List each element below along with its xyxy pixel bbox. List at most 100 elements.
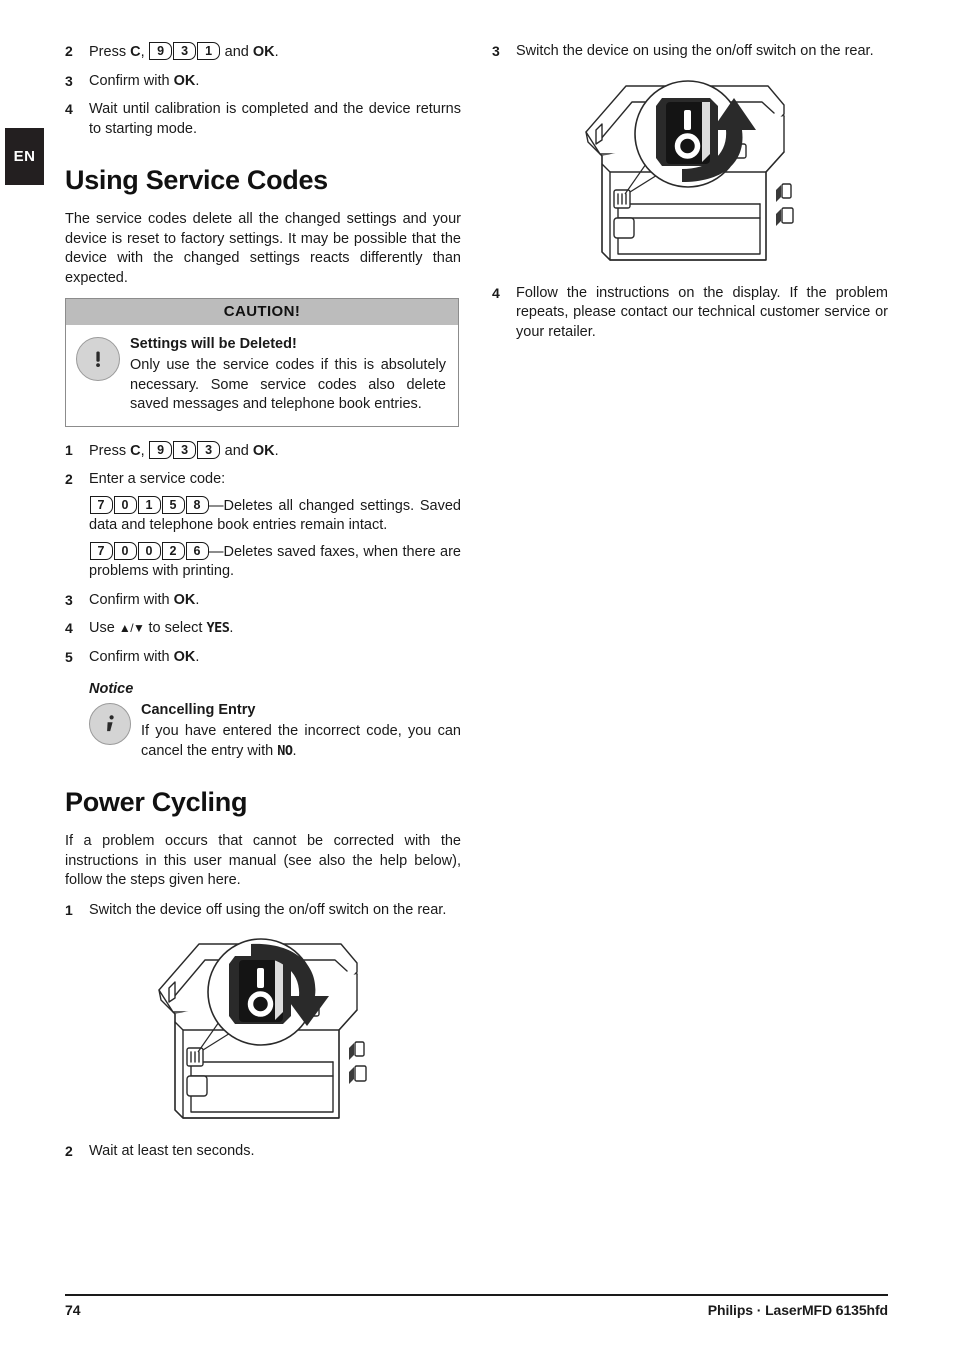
display-value-no: NO <box>277 742 293 759</box>
caution-box-title: Settings will be Deleted! <box>130 336 297 352</box>
step-item: 3 Confirm with OK. <box>65 72 461 92</box>
step-text: Press C, 931 and OK. <box>89 42 279 60</box>
step-item: 2 Enter a service code: 7 0 1 5 8 —Deletes al… <box>65 470 461 582</box>
keycap: 0 <box>113 495 137 514</box>
notice-label: Notice <box>89 681 134 697</box>
keycap-group: 931 <box>149 42 221 60</box>
keycap: 6 <box>185 541 209 560</box>
step-item: 4 Follow the instructions on the display… <box>492 284 888 343</box>
notice-text-suffix: . <box>292 742 297 759</box>
service-code-entry: 7 0 0 2 6 —Deletes saved faxes, when there ar… <box>89 541 461 582</box>
keycap: 3 <box>173 42 197 60</box>
right-column: 3 Switch the device on using the on/off … <box>492 42 888 351</box>
printer-rear-power-on-illustration <box>492 72 888 272</box>
up-down-arrow-icon: ▲/▼ <box>118 621 145 635</box>
keycap: 0 <box>137 541 161 560</box>
step-item: 3 Confirm with OK. <box>65 591 461 611</box>
service-code-entry: 7 0 1 5 8 —Deletes all changed settings. Save… <box>89 495 461 536</box>
step-text-suffix-post: . <box>274 44 279 60</box>
step-item: 5 Confirm with OK. <box>65 648 461 668</box>
step-text: Wait until calibration is completed and … <box>89 101 461 137</box>
step-item: 4 Use ▲/▼ to select YES. <box>65 619 461 639</box>
notice-text-prefix: If you have entered the incorrect code, … <box>141 723 461 759</box>
info-icon <box>89 703 131 745</box>
step-text: Confirm with OK. <box>89 73 199 89</box>
exclamation-icon <box>76 337 120 381</box>
left-column: 2 Press C, 931 and OK. 3 Confirm with OK… <box>65 42 461 1171</box>
power-cycling-steps-list-2: 2 Wait at least ten seconds. <box>65 1142 461 1162</box>
keycap: 5 <box>161 495 185 514</box>
step-text-mid: to select <box>144 620 207 636</box>
keycap: 9 <box>149 440 173 459</box>
step-text-suffix: . <box>195 72 200 89</box>
footer-divider <box>65 1294 888 1296</box>
caution-box-text: Only use the service codes if this is ab… <box>130 357 446 412</box>
power-cycling-steps-list-4: 4 Follow the instructions on the display… <box>492 284 888 343</box>
step-text: Follow the instructions on the display. … <box>516 284 888 340</box>
section-title-power-cycling: Power Cycling <box>65 787 248 817</box>
step-number: 1 <box>65 441 73 458</box>
notice-box-body: Cancelling Entry If you have entered the… <box>65 701 461 761</box>
caution-box-body: Settings will be Deleted! Only use the s… <box>66 325 458 426</box>
power-cycling-steps-list-3: 3 Switch the device on using the on/off … <box>492 42 888 62</box>
key-label-ok: OK <box>173 591 196 608</box>
key-label-c: C <box>130 442 141 459</box>
step-text-prefix: Confirm with <box>89 72 174 89</box>
step-item: 1 Switch the device off using the on/off… <box>65 901 461 921</box>
calibration-steps-list: 2 Press C, 931 and OK. 3 Confirm with OK… <box>65 42 461 139</box>
notice-box-content: Cancelling Entry If you have entered the… <box>141 701 461 761</box>
step-text-mid: , <box>140 44 149 60</box>
service-code-steps-list: 1 Press C, 933 and OK. 2 Enter a service… <box>65 440 461 668</box>
step-text-suffix-post: . <box>274 442 279 459</box>
step-number: 2 <box>65 43 73 59</box>
caution-box-content: Settings will be Deleted! Only use the s… <box>130 335 446 415</box>
step-number: 2 <box>65 471 73 487</box>
keycap-group: 70026 <box>89 541 209 560</box>
step-text-prefix: Use <box>89 620 119 636</box>
keycap: 0 <box>113 541 137 560</box>
caution-box-header: CAUTION! <box>66 299 458 325</box>
language-tab-label: EN <box>13 148 36 165</box>
step-number: 3 <box>65 72 73 89</box>
step-text: Use ▲/▼ to select YES. <box>89 620 233 636</box>
caution-box: CAUTION! Settings will be Deleted! Only … <box>65 298 459 427</box>
step-text-prefix: Press <box>89 44 131 60</box>
step-number: 4 <box>65 620 73 636</box>
step-text: Enter a service code: <box>89 471 226 487</box>
keycap-group: 933 <box>149 440 221 459</box>
keycap: 7 <box>89 541 113 560</box>
keycap-group: 70158 <box>89 495 209 514</box>
printer-rear-power-off-illustration <box>65 930 461 1130</box>
keycap: 2 <box>161 541 185 560</box>
step-text-suffix: . <box>195 648 200 665</box>
language-tab: EN <box>5 128 44 185</box>
step-item: 1 Press C, 933 and OK. <box>65 440 461 462</box>
step-item: 2 Press C, 931 and OK. <box>65 42 461 63</box>
step-number: 1 <box>65 901 73 918</box>
step-text: Confirm with OK. <box>89 592 199 608</box>
notice-box-text: If you have entered the incorrect code, … <box>141 722 461 761</box>
footer-model-name: Philips · LaserMFD 6135hfd <box>707 1302 888 1318</box>
key-label-ok: OK <box>252 442 275 459</box>
footer-page-number: 74 <box>65 1302 81 1318</box>
step-text-prefix: Confirm with <box>89 648 174 665</box>
step-number: 4 <box>492 284 500 301</box>
keycap: 3 <box>197 440 221 459</box>
step-text-suffix: . <box>229 620 234 636</box>
step-item: 3 Switch the device on using the on/off … <box>492 42 888 62</box>
step-text-prefix: Confirm with <box>89 591 174 608</box>
key-label-ok: OK <box>173 72 196 89</box>
step-text: Confirm with OK. <box>89 649 199 665</box>
step-item: 4 Wait until calibration is completed an… <box>65 100 461 139</box>
step-text: Switch the device off using the on/off s… <box>89 901 447 918</box>
step-text: Wait at least ten seconds. <box>89 1143 255 1159</box>
keycap: 1 <box>137 495 161 514</box>
key-label-c: C <box>130 44 141 60</box>
key-label-ok: OK <box>173 648 196 665</box>
step-text-suffix-pre: and <box>220 442 253 459</box>
service-codes-intro: The service codes delete all the changed… <box>65 211 461 286</box>
step-text-suffix: . <box>195 591 200 608</box>
keycap: 7 <box>89 495 113 514</box>
step-text: Switch the device on using the on/off sw… <box>516 43 874 59</box>
key-label-ok: OK <box>252 44 275 60</box>
